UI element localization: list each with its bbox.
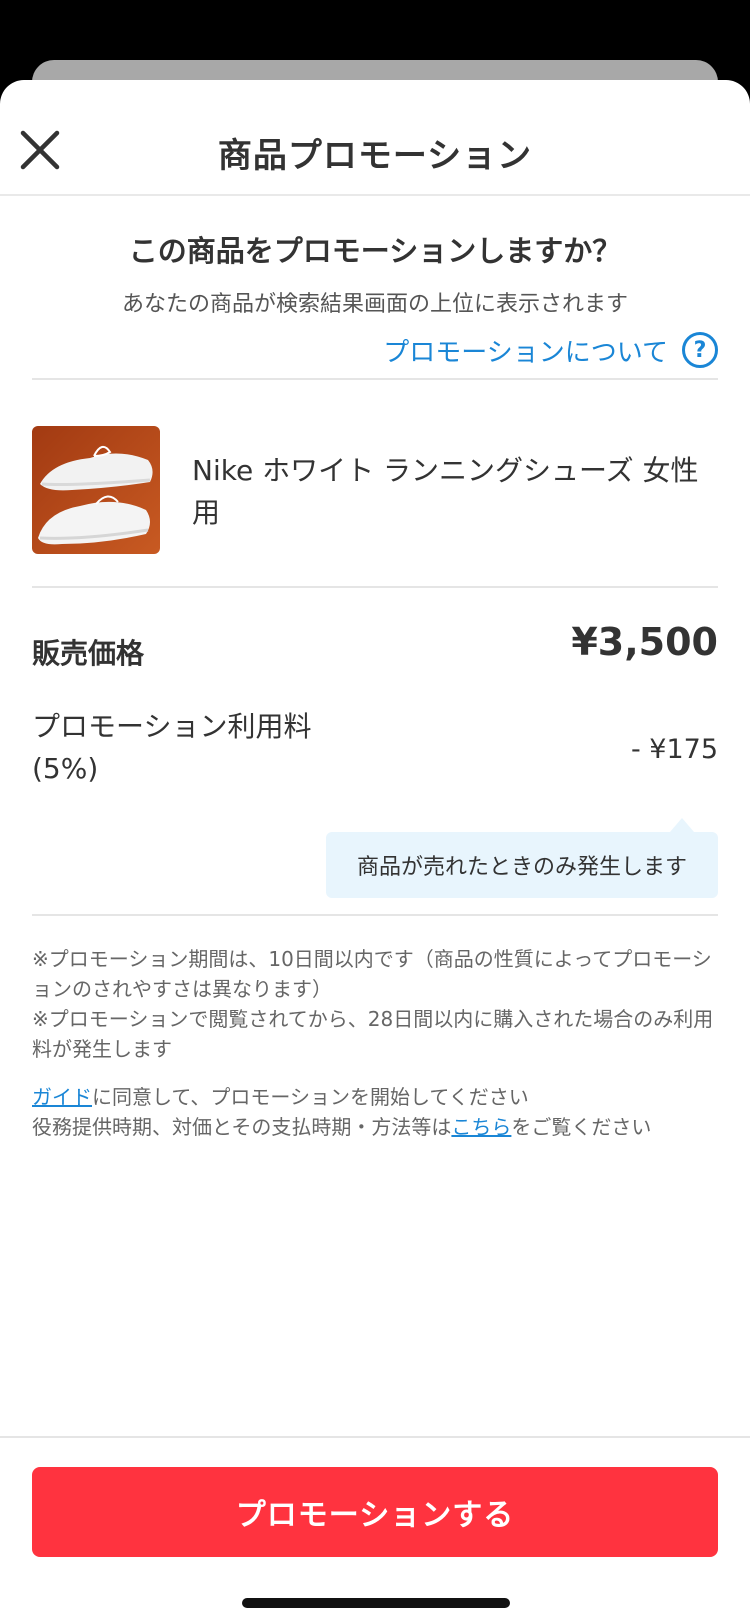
- agreement-line2-suffix: をご覧ください: [511, 1115, 652, 1139]
- guide-link[interactable]: ガイド: [32, 1085, 92, 1109]
- notes: ※プロモーション期間は、10日間以内です（商品の性質によってプロモーションのされ…: [32, 944, 722, 1064]
- promotion-subtitle: あなたの商品が検索結果画面の上位に表示されます: [121, 292, 628, 317]
- fee-value: - ¥175: [630, 734, 718, 765]
- promotion-question: この商品をプロモーションしますか？: [128, 234, 622, 268]
- agreement-line2-prefix: 役務提供時期、対価とその支払時期・方法等は: [32, 1115, 452, 1139]
- terms-here-link[interactable]: こちら: [451, 1115, 511, 1139]
- about-promotion-link[interactable]: プロモーションについて ?: [383, 330, 718, 370]
- fee-tooltip-text: 商品が売れたときのみ発生します: [356, 855, 687, 880]
- divider: [32, 378, 718, 380]
- sheet-header: 商品プロモーション: [0, 80, 750, 196]
- fee-tooltip: 商品が売れたときのみ発生します: [326, 818, 718, 898]
- about-promotion-label: プロモーションについて: [383, 337, 668, 368]
- price-label: 販売価格: [32, 637, 145, 670]
- fee-label-rate: (5%): [32, 752, 99, 785]
- home-indicator: [242, 1598, 510, 1608]
- help-icon: ?: [682, 332, 718, 368]
- agreement-text: ガイドに同意して、プロモーションを開始してください 役務提供時期、対価とその支払…: [32, 1082, 732, 1142]
- page-title: 商品プロモーション: [217, 136, 533, 176]
- note-fee: ※プロモーションで閲覧されてから、28日間以内に購入された場合のみ利用料が発生し…: [32, 1007, 714, 1061]
- fee-label: プロモーション利用料 (5%): [32, 706, 311, 790]
- agreement-line1: に同意して、プロモーションを開始してください: [92, 1085, 529, 1109]
- promote-button[interactable]: プロモーションする: [32, 1467, 718, 1557]
- product-thumbnail: [32, 426, 160, 554]
- price-value: ¥3,500: [571, 620, 718, 664]
- footer-divider: [0, 1436, 750, 1438]
- note-period: ※プロモーション期間は、10日間以内です（商品の性質によってプロモーションのされ…: [32, 947, 712, 1001]
- product-name: Nike ホワイト ランニングシューズ 女性用: [192, 454, 699, 529]
- fee-label-title: プロモーション利用料: [32, 710, 312, 743]
- promotion-sheet: 商品プロモーション この商品をプロモーションしますか？ あなたの商品が検索結果画…: [0, 80, 750, 1624]
- divider: [32, 914, 718, 916]
- divider: [32, 586, 718, 588]
